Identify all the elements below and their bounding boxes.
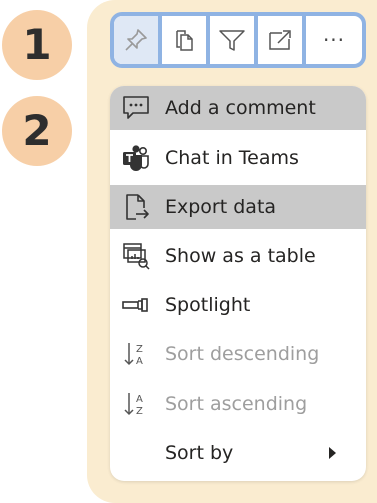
more-options-menu: Add a comment Chat in Teams Export data … xyxy=(110,86,366,481)
sort-descending-icon: Z A xyxy=(120,338,152,370)
svg-text:Z: Z xyxy=(136,344,143,355)
svg-text:Z: Z xyxy=(136,406,143,417)
spotlight-icon xyxy=(120,289,152,321)
pin-visual-button[interactable] xyxy=(114,16,162,64)
focus-mode-button[interactable] xyxy=(258,16,306,64)
menu-item-label: Spotlight xyxy=(165,294,251,316)
focus-mode-icon xyxy=(269,30,291,50)
filter-icon xyxy=(219,30,245,51)
menu-item-label: Sort descending xyxy=(165,343,320,365)
menu-item-export-data[interactable]: Export data xyxy=(110,185,366,229)
menu-item-label: Sort ascending xyxy=(165,393,308,415)
step-badge-2: 2 xyxy=(2,96,72,166)
comment-icon xyxy=(120,92,152,124)
menu-item-label: Add a comment xyxy=(165,97,316,119)
more-options-icon: ··· xyxy=(322,28,346,52)
menu-item-label: Sort by xyxy=(165,442,234,464)
menu-item-chat-in-teams[interactable]: Chat in Teams xyxy=(110,136,366,180)
menu-item-sort-by[interactable]: Sort by xyxy=(110,431,366,475)
menu-item-label: Export data xyxy=(165,196,277,218)
copy-visual-button[interactable] xyxy=(162,16,210,64)
teams-icon xyxy=(120,142,152,174)
menu-item-add-comment[interactable]: Add a comment xyxy=(110,86,366,130)
svg-text:A: A xyxy=(136,394,143,405)
menu-item-spotlight[interactable]: Spotlight xyxy=(110,283,366,327)
visual-header-toolbar: ··· xyxy=(110,12,366,68)
export-icon xyxy=(120,191,152,223)
table-view-icon xyxy=(120,240,152,272)
menu-item-show-as-table[interactable]: Show as a table xyxy=(110,234,366,278)
sort-ascending-icon: A Z xyxy=(120,388,152,420)
more-options-button[interactable]: ··· xyxy=(306,16,362,64)
step-badge-1: 1 xyxy=(2,10,72,80)
menu-item-label: Show as a table xyxy=(165,245,316,267)
menu-item-sort-ascending[interactable]: A Z Sort ascending xyxy=(110,382,366,426)
copy-icon xyxy=(176,30,193,51)
screenshot-stage: 1 2 ··· Add a comment Chat in Teams Expo… xyxy=(0,0,377,503)
filter-button[interactable] xyxy=(210,16,258,64)
pin-icon xyxy=(125,29,147,51)
submenu-arrow-icon xyxy=(329,447,336,459)
menu-item-sort-descending[interactable]: Z A Sort descending xyxy=(110,332,366,376)
menu-item-label: Chat in Teams xyxy=(165,147,299,169)
svg-text:A: A xyxy=(136,356,143,367)
